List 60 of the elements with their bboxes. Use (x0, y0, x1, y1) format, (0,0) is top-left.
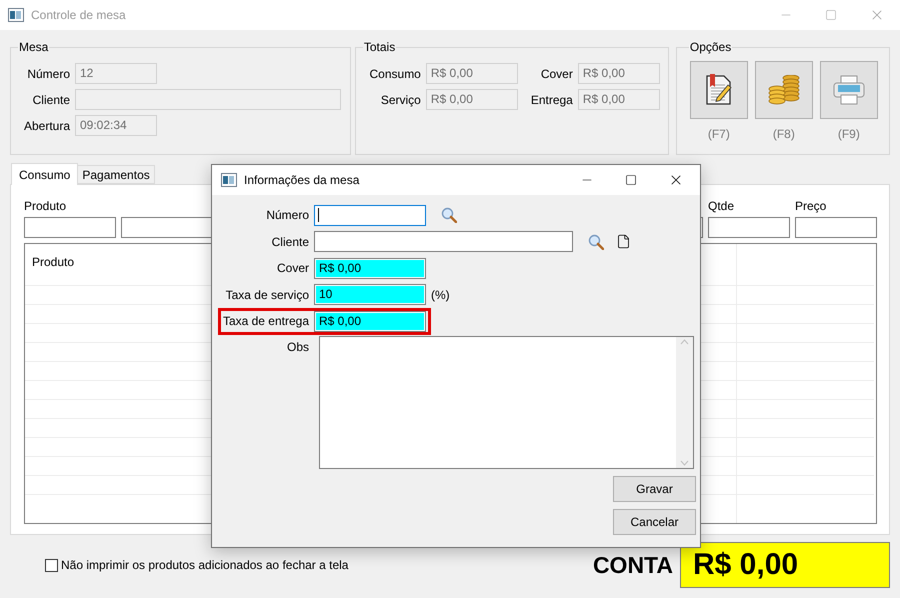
input-field[interactable] (314, 204, 426, 226)
new-document-icon[interactable] (616, 234, 631, 250)
app-icon (8, 8, 24, 22)
readonly-field[interactable]: R$ 0,00 (578, 89, 660, 110)
shortcut-label: (F9) (838, 126, 860, 143)
group-title: Totais (362, 39, 396, 56)
readonly-field[interactable] (75, 89, 341, 110)
input-field[interactable]: R$ 0,00 (314, 258, 426, 279)
column-label: Produto (24, 198, 66, 215)
total-value: R$ 0,00 (680, 542, 890, 588)
field-label: Taxa de entrega (222, 313, 310, 330)
readonly-field[interactable]: 12 (75, 63, 157, 84)
maximize-icon[interactable] (625, 174, 637, 186)
input-field[interactable] (314, 231, 573, 252)
total-label: CONTA (592, 550, 673, 580)
readonly-field[interactable]: R$ 0,00 (426, 89, 518, 110)
readonly-field[interactable]: R$ 0,00 (578, 63, 660, 84)
price-field[interactable] (795, 217, 877, 238)
input-field[interactable]: R$ 0,00 (314, 310, 426, 332)
checkbox[interactable] (45, 558, 58, 572)
dialog-button[interactable]: Gravar (613, 476, 696, 502)
field-label: Cliente (32, 92, 70, 108)
readonly-field[interactable]: 09:02:34 (75, 115, 157, 136)
group-title: Opções (688, 39, 732, 56)
dialog-button[interactable]: Cancelar (613, 508, 696, 534)
shortcut-label: (F7) (708, 126, 730, 143)
field-label: Cover (276, 260, 310, 278)
search-icon[interactable] (441, 207, 457, 224)
tab[interactable]: Pagamentos (77, 165, 155, 184)
field-label: Entrega (530, 92, 573, 108)
printer-icon (832, 75, 865, 105)
quantity-field[interactable] (708, 217, 790, 238)
option-button[interactable] (690, 61, 748, 119)
field-label: Obs (286, 338, 310, 356)
group-title: Mesa (18, 39, 50, 56)
grid-header: Produto (32, 255, 74, 269)
field-label: Cover (540, 66, 573, 82)
app-icon (221, 173, 237, 187)
field-label: Serviço (380, 92, 421, 108)
field-label: Consumo (368, 66, 421, 82)
coins-icon (766, 75, 801, 105)
dialog-title: Informações da mesa (244, 172, 360, 189)
product-code-field[interactable] (24, 217, 116, 238)
column-label: Qtde (708, 198, 736, 215)
tab[interactable]: Consumo (11, 163, 78, 185)
shortcut-label: (F8) (772, 126, 795, 143)
readonly-field[interactable]: R$ 0,00 (426, 63, 518, 84)
field-label: Número (26, 66, 70, 82)
field-label: Taxa de serviço (224, 286, 310, 304)
column-label: Preço (795, 198, 828, 215)
notes-field[interactable] (319, 336, 694, 468)
checkbox-label: Não imprimir os produtos adicionados ao fechar a tela (61, 557, 348, 574)
field-label: Cliente (270, 234, 310, 251)
input-field[interactable]: 10 (314, 284, 426, 306)
document-pencil-icon (704, 74, 733, 106)
search-icon[interactable] (588, 234, 604, 250)
unit-label: (%) (431, 286, 450, 304)
field-label: Número (265, 207, 310, 224)
field-label: Abertura (22, 118, 70, 134)
window-title: Controle de mesa (31, 7, 126, 24)
